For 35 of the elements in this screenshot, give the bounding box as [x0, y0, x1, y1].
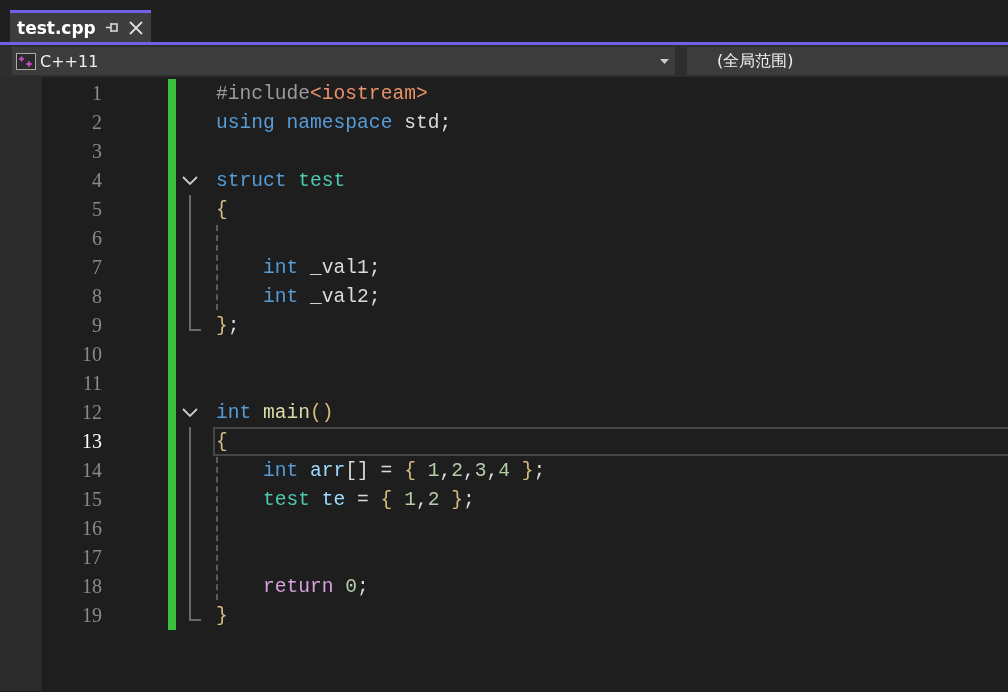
line-number: 9	[91, 314, 102, 337]
line-number: 10	[81, 343, 102, 366]
code-line: int main()	[216, 401, 334, 424]
line-number: 5	[91, 198, 102, 221]
line-number: 12	[81, 401, 102, 424]
line-number: 1	[91, 82, 102, 105]
line-number: 14	[81, 459, 102, 482]
line-number: 6	[91, 227, 102, 250]
code-line: };	[216, 314, 240, 337]
line-number: 19	[81, 604, 102, 627]
code-line: {	[216, 198, 228, 221]
code-line: int _val2;	[263, 285, 381, 308]
line-number: 2	[91, 111, 102, 134]
code-line: int arr[] = { 1,2,3,4 };	[263, 459, 546, 482]
line-number: 18	[81, 575, 102, 598]
code-line: using namespace std;	[216, 111, 452, 134]
code-line: test te = { 1,2 };	[263, 488, 475, 511]
line-number: 11	[81, 372, 102, 395]
code-line: #include<iostream>	[216, 82, 428, 105]
line-number: 8	[91, 285, 102, 308]
line-number: 15	[81, 488, 102, 511]
file-tab[interactable]: test.cpp	[10, 10, 151, 42]
line-number: 3	[91, 140, 102, 163]
line-number: 16	[81, 517, 102, 540]
code-line: struct test	[216, 169, 346, 192]
line-number: 17	[81, 546, 102, 569]
code-line: int _val1;	[263, 256, 381, 279]
code-line: {	[216, 430, 228, 453]
project-dropdown[interactable]: C++11	[12, 47, 675, 75]
line-number: 4	[91, 169, 102, 192]
line-number: 13	[81, 430, 102, 453]
line-number: 7	[91, 256, 102, 279]
scope-dropdown[interactable]: (全局范围)	[687, 47, 1008, 75]
code-line: return 0;	[263, 575, 369, 598]
code-line: }	[216, 604, 228, 627]
